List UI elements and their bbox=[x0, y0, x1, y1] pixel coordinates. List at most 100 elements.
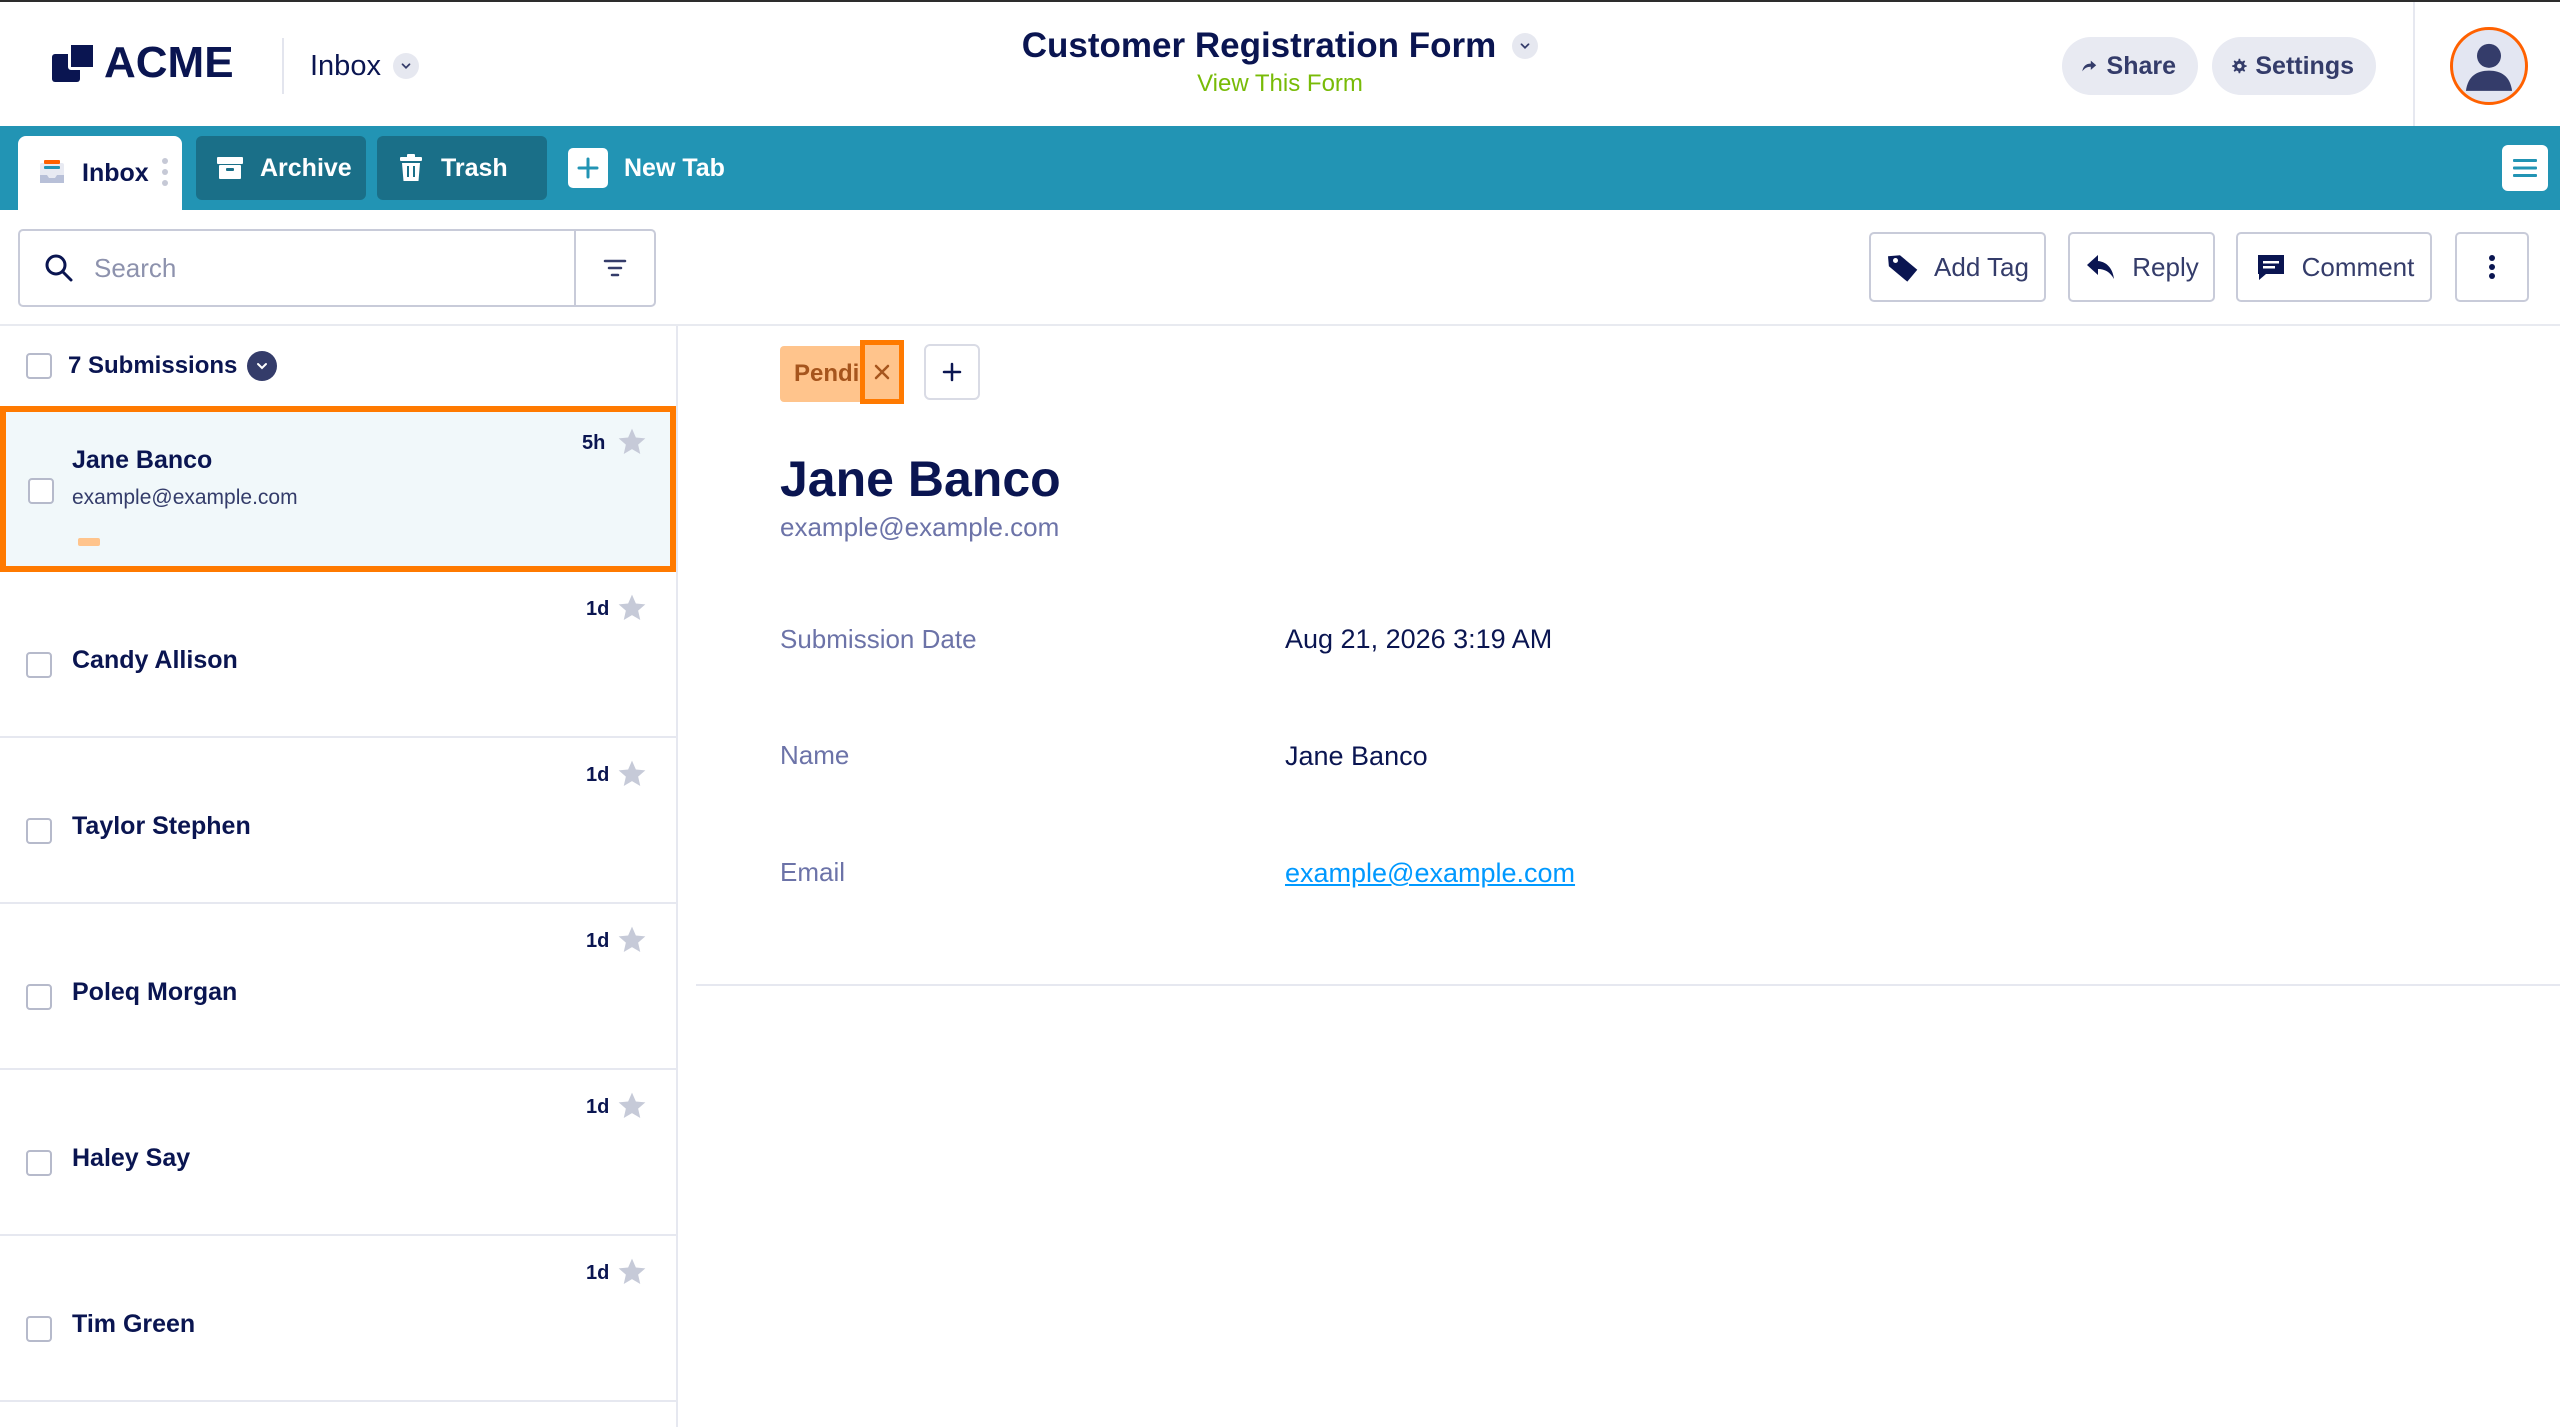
hamburger-menu-button[interactable] bbox=[2502, 145, 2548, 191]
form-title-area: Customer Registration Form View This For… bbox=[940, 26, 1620, 98]
row-checkbox[interactable] bbox=[28, 478, 54, 504]
trash-icon bbox=[400, 154, 422, 181]
row-checkbox[interactable] bbox=[26, 1150, 52, 1176]
field-label-submission-date: Submission Date bbox=[780, 624, 977, 654]
search-input[interactable] bbox=[94, 252, 564, 284]
tag-icon bbox=[1888, 255, 1918, 282]
archive-icon bbox=[217, 157, 243, 179]
status-tag-label: Pendi bbox=[794, 360, 860, 387]
submitter-name: Tim Green bbox=[72, 1310, 196, 1338]
comment-button[interactable]: Comment bbox=[2236, 232, 2432, 302]
plus-icon bbox=[942, 362, 962, 382]
row-tag-indicator bbox=[78, 538, 100, 546]
submission-time: 1d bbox=[586, 930, 610, 952]
action-toolbar: Add Tag Reply Comment bbox=[0, 210, 2560, 326]
share-button[interactable]: Share bbox=[2062, 37, 2198, 95]
row-checkbox[interactable] bbox=[26, 652, 52, 678]
submission-list-panel: 7 Submissions Jane Banco example@example… bbox=[0, 326, 678, 1427]
tab-trash-label: Trash bbox=[441, 153, 508, 182]
acme-logo[interactable]: ACME bbox=[52, 36, 234, 90]
tab-archive[interactable]: Archive bbox=[196, 136, 366, 200]
inbox-dropdown-label: Inbox bbox=[310, 49, 381, 82]
add-tag-plus-button[interactable] bbox=[924, 344, 980, 400]
submission-row[interactable]: Tim Green 1d bbox=[0, 1236, 676, 1402]
tab-trash[interactable]: Trash bbox=[377, 136, 547, 200]
search-icon bbox=[45, 254, 73, 282]
comment-label: Comment bbox=[2301, 251, 2415, 282]
star-icon[interactable] bbox=[616, 758, 648, 790]
submission-time: 5h bbox=[582, 432, 606, 454]
tab-archive-label: Archive bbox=[260, 153, 352, 182]
list-header: 7 Submissions bbox=[0, 326, 676, 406]
tab-bar: Inbox Archive Trash New Tab bbox=[0, 126, 2560, 210]
field-value-submission-date: Aug 21, 2026 3:19 AM bbox=[1285, 624, 1553, 654]
share-label: Share bbox=[2106, 51, 2176, 80]
submission-row[interactable]: Candy Allison 1d bbox=[0, 572, 676, 738]
submission-time: 1d bbox=[586, 1096, 610, 1118]
reply-button[interactable]: Reply bbox=[2068, 232, 2215, 302]
star-icon[interactable] bbox=[616, 592, 648, 624]
star-icon[interactable] bbox=[616, 924, 648, 956]
submission-row[interactable]: Taylor Stephen 1d bbox=[0, 738, 676, 904]
submission-row[interactable]: Haley Say 1d bbox=[0, 1070, 676, 1236]
submission-count: 7 Submissions bbox=[68, 352, 238, 379]
submission-row-selected[interactable]: Jane Banco example@example.com 5h bbox=[0, 406, 676, 572]
submission-time: 1d bbox=[586, 598, 610, 620]
submitter-name: Poleq Morgan bbox=[72, 978, 238, 1006]
star-icon[interactable] bbox=[616, 1090, 648, 1122]
form-title: Customer Registration Form bbox=[1021, 26, 1497, 65]
field-label-email: Email bbox=[780, 857, 846, 887]
gear-icon bbox=[2232, 58, 2247, 74]
plus-icon bbox=[568, 148, 608, 188]
select-all-checkbox[interactable] bbox=[26, 353, 52, 379]
user-avatar-icon bbox=[2465, 43, 2513, 91]
tab-options-icon[interactable] bbox=[162, 158, 168, 191]
more-vertical-icon bbox=[2489, 255, 2495, 279]
submission-row[interactable]: Poleq Morgan 1d bbox=[0, 904, 676, 1070]
close-icon bbox=[874, 364, 890, 380]
row-checkbox[interactable] bbox=[26, 818, 52, 844]
star-icon[interactable] bbox=[616, 1256, 648, 1288]
add-tag-button[interactable]: Add Tag bbox=[1869, 232, 2046, 302]
submission-time: 1d bbox=[586, 764, 610, 786]
submission-detail-panel: Pendi Jane Banco example@example.com Sub… bbox=[680, 326, 2560, 1427]
chevron-down-icon[interactable] bbox=[247, 351, 278, 381]
submitter-name: Candy Allison bbox=[72, 646, 238, 674]
user-avatar[interactable] bbox=[2450, 27, 2528, 105]
settings-button[interactable]: Settings bbox=[2212, 37, 2376, 95]
submitter-name: Taylor Stephen bbox=[72, 812, 251, 840]
comment-icon bbox=[2257, 255, 2284, 280]
new-tab-button[interactable]: New Tab bbox=[568, 136, 758, 200]
submitter-name: Jane Banco bbox=[72, 446, 213, 474]
share-arrow-icon bbox=[2082, 60, 2097, 72]
acme-logo-icon bbox=[52, 40, 98, 86]
field-value-email-link[interactable]: example@example.com bbox=[1285, 858, 1575, 889]
add-tag-label: Add Tag bbox=[1934, 251, 2029, 282]
search-box bbox=[18, 229, 656, 307]
tab-inbox-label: Inbox bbox=[82, 158, 149, 187]
reply-icon bbox=[2087, 255, 2115, 279]
submission-name-heading: Jane Banco bbox=[780, 451, 1061, 507]
more-options-button[interactable] bbox=[2455, 232, 2529, 302]
remove-tag-button[interactable] bbox=[860, 340, 904, 404]
submission-email: example@example.com bbox=[780, 512, 1060, 542]
field-label-name: Name bbox=[780, 740, 850, 770]
filter-button[interactable] bbox=[574, 231, 654, 305]
inbox-icon bbox=[40, 160, 64, 183]
row-checkbox[interactable] bbox=[26, 984, 52, 1010]
row-checkbox[interactable] bbox=[26, 1316, 52, 1342]
tab-inbox[interactable]: Inbox bbox=[18, 136, 182, 210]
star-icon[interactable] bbox=[616, 426, 648, 458]
chevron-down-icon bbox=[392, 53, 419, 79]
submitter-email: example@example.com bbox=[72, 486, 298, 509]
detail-divider bbox=[696, 984, 2560, 986]
view-form-link[interactable]: View This Form bbox=[940, 70, 1620, 98]
inbox-dropdown[interactable]: Inbox bbox=[282, 38, 419, 94]
header-divider bbox=[2413, 2, 2415, 128]
chevron-down-icon bbox=[1512, 33, 1539, 59]
form-title-dropdown[interactable]: Customer Registration Form bbox=[1022, 26, 1539, 66]
submitter-name: Haley Say bbox=[72, 1144, 191, 1172]
field-value-name: Jane Banco bbox=[1285, 741, 1428, 771]
submission-time: 1d bbox=[586, 1262, 610, 1284]
reply-label: Reply bbox=[2132, 251, 2199, 282]
